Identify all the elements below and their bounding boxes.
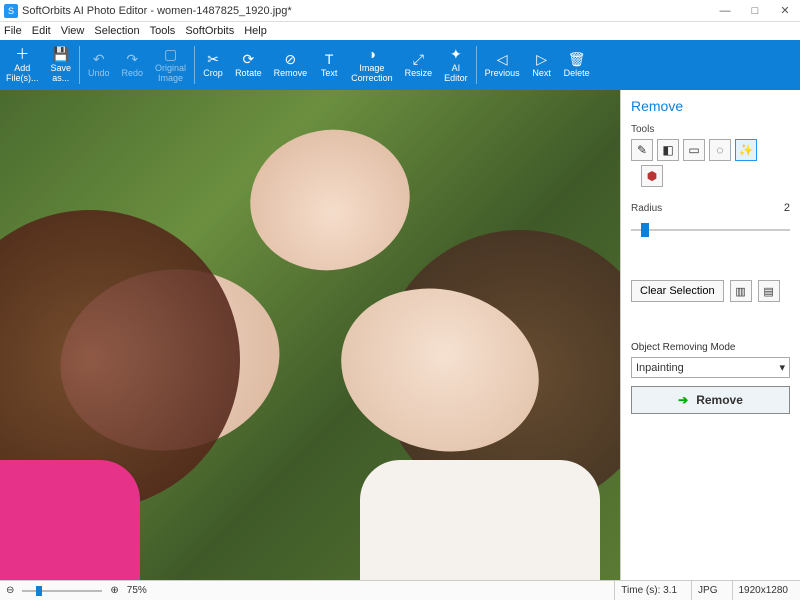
crop-button[interactable]: ✂Crop [197,40,229,90]
adjust-icon: ◑ [368,47,376,61]
remove-action-button[interactable]: ➔ Remove [631,386,790,414]
zoom-value: 75% [127,585,147,596]
tools-label: Tools [631,124,790,135]
clear-selection-button[interactable]: Clear Selection [631,280,724,302]
eraser-tool[interactable]: ◧ [657,139,679,161]
delete-button[interactable]: 🗑Delete [558,40,596,90]
image-correction-button[interactable]: ◑Image Correction [345,40,399,90]
image-canvas[interactable] [0,90,620,580]
app-icon: S [4,4,18,18]
magic-wand-tool[interactable]: ✨ [735,139,757,161]
next-button[interactable]: ▷Next [526,40,558,90]
close-button[interactable]: ✕ [770,0,800,22]
menu-edit[interactable]: Edit [32,25,51,37]
lasso-icon: ◌ [716,143,723,157]
text-button[interactable]: TText [313,40,345,90]
minimize-button[interactable]: — [710,0,740,22]
image-icon: ▢ [164,47,177,61]
stamp-tool[interactable]: ⬢ [641,165,663,187]
rect-icon: ▭ [688,143,699,157]
radius-slider[interactable] [631,220,790,240]
crop-icon: ✂ [207,52,219,66]
mode-value: Inpainting [636,362,684,374]
radius-value: 2 [784,202,790,214]
eraser-icon: ◧ [662,143,673,157]
redo-icon: ↷ [126,52,138,66]
panel-title: Remove [631,98,790,114]
save-icon: 💾 [52,47,69,61]
pencil-icon: ✎ [637,143,647,157]
load-selection-button[interactable]: ▤ [758,280,780,302]
mode-label: Object Removing Mode [631,342,790,353]
maximize-button[interactable]: □ [740,0,770,22]
zoom-slider[interactable] [22,584,102,598]
undo-button[interactable]: ↶Undo [82,40,116,90]
ai-editor-button[interactable]: ✦AI Editor [438,40,474,90]
text-icon: T [325,52,334,66]
photo-content [360,460,600,580]
load-sel-icon: ▤ [763,285,773,298]
tools-row: ✎ ◧ ▭ ◌ ✨ ⬢ [631,139,790,187]
zoom-out-button[interactable]: ⊖ [6,585,14,596]
status-bar: ⊖ ⊕ 75% Time (s): 3.1 JPG 1920x1280 [0,580,800,600]
mode-dropdown[interactable]: Inpainting ▾ [631,357,790,378]
previous-button[interactable]: ◁Previous [479,40,526,90]
eraser-icon: ⊘ [284,52,296,66]
save-sel-icon: ▥ [735,285,745,298]
pencil-tool[interactable]: ✎ [631,139,653,161]
add-files-button[interactable]: ＋Add File(s)... [0,40,45,90]
ai-icon: ✦ [450,47,462,61]
remove-action-label: Remove [696,393,743,407]
undo-icon: ↶ [93,52,105,66]
prev-icon: ◁ [497,52,508,66]
rotate-icon: ⟳ [242,52,254,66]
toolbar: ＋Add File(s)... 💾Save as... ↶Undo ↷Redo … [0,40,800,90]
menu-selection[interactable]: Selection [94,25,139,37]
photo-content [239,117,421,283]
save-as-button[interactable]: 💾Save as... [45,40,78,90]
photo-content [0,460,140,580]
format-cell: JPG [691,581,723,600]
dimensions-cell: 1920x1280 [732,581,795,600]
rectangle-tool[interactable]: ▭ [683,139,705,161]
redo-button[interactable]: ↷Redo [116,40,150,90]
stamp-icon: ⬢ [647,169,657,183]
window-title: SoftOrbits AI Photo Editor - women-14878… [22,5,292,17]
title-bar: S SoftOrbits AI Photo Editor - women-148… [0,0,800,22]
time-cell: Time (s): 3.1 [614,581,683,600]
trash-icon: 🗑 [568,52,586,66]
arrow-right-icon: ➔ [678,393,688,407]
chevron-down-icon: ▾ [779,361,785,374]
resize-icon: ⤢ [413,52,424,66]
plus-icon: ＋ [15,47,29,61]
menu-bar: File Edit View Selection Tools SoftOrbit… [0,22,800,40]
menu-view[interactable]: View [61,25,85,37]
rotate-button[interactable]: ⟳Rotate [229,40,268,90]
remove-button-toolbar[interactable]: ⊘Remove [268,40,314,90]
main-area: Remove Tools ✎ ◧ ▭ ◌ ✨ ⬢ Radius 2 Clear … [0,90,800,580]
original-image-button[interactable]: ▢Original Image [149,40,192,90]
radius-label: Radius [631,203,662,214]
resize-button[interactable]: ⤢Resize [399,40,439,90]
menu-softorbits[interactable]: SoftOrbits [185,25,234,37]
menu-tools[interactable]: Tools [150,25,176,37]
save-selection-button[interactable]: ▥ [730,280,752,302]
zoom-in-button[interactable]: ⊕ [110,585,118,596]
lasso-tool[interactable]: ◌ [709,139,731,161]
remove-panel: Remove Tools ✎ ◧ ▭ ◌ ✨ ⬢ Radius 2 Clear … [620,90,800,580]
next-icon: ▷ [536,52,547,66]
wand-icon: ✨ [739,143,754,157]
menu-file[interactable]: File [4,25,22,37]
menu-help[interactable]: Help [244,25,267,37]
